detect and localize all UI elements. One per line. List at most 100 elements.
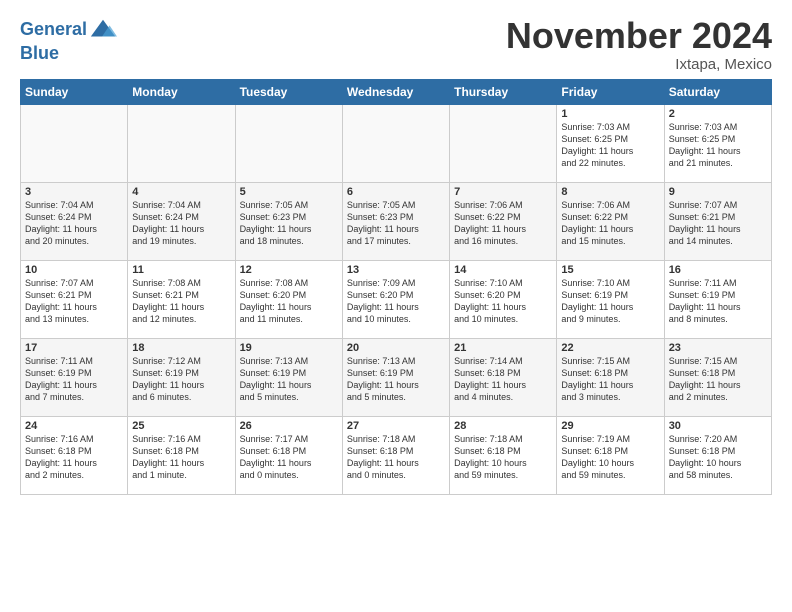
day-info: Sunrise: 7:19 AM Sunset: 6:18 PM Dayligh… xyxy=(561,433,659,482)
col-header-sunday: Sunday xyxy=(21,79,128,104)
day-cell: 6Sunrise: 7:05 AM Sunset: 6:23 PM Daylig… xyxy=(342,182,449,260)
week-row-2: 3Sunrise: 7:04 AM Sunset: 6:24 PM Daylig… xyxy=(21,182,772,260)
col-header-friday: Friday xyxy=(557,79,664,104)
location: Ixtapa, Mexico xyxy=(506,56,772,73)
day-number: 22 xyxy=(561,342,659,354)
day-cell: 2Sunrise: 7:03 AM Sunset: 6:25 PM Daylig… xyxy=(664,104,771,182)
day-cell: 7Sunrise: 7:06 AM Sunset: 6:22 PM Daylig… xyxy=(450,182,557,260)
day-cell: 29Sunrise: 7:19 AM Sunset: 6:18 PM Dayli… xyxy=(557,416,664,494)
day-info: Sunrise: 7:05 AM Sunset: 6:23 PM Dayligh… xyxy=(240,199,338,248)
day-info: Sunrise: 7:03 AM Sunset: 6:25 PM Dayligh… xyxy=(561,121,659,170)
day-info: Sunrise: 7:08 AM Sunset: 6:21 PM Dayligh… xyxy=(132,277,230,326)
day-number: 13 xyxy=(347,264,445,276)
day-cell: 30Sunrise: 7:20 AM Sunset: 6:18 PM Dayli… xyxy=(664,416,771,494)
month-title: November 2024 xyxy=(506,16,772,56)
day-number: 21 xyxy=(454,342,552,354)
logo-text: General xyxy=(20,20,87,40)
day-number: 14 xyxy=(454,264,552,276)
day-number: 19 xyxy=(240,342,338,354)
day-info: Sunrise: 7:11 AM Sunset: 6:19 PM Dayligh… xyxy=(25,355,123,404)
day-cell: 24Sunrise: 7:16 AM Sunset: 6:18 PM Dayli… xyxy=(21,416,128,494)
day-cell: 19Sunrise: 7:13 AM Sunset: 6:19 PM Dayli… xyxy=(235,338,342,416)
day-cell: 23Sunrise: 7:15 AM Sunset: 6:18 PM Dayli… xyxy=(664,338,771,416)
header: General Blue November 2024 Ixtapa, Mexic… xyxy=(20,16,772,73)
day-cell: 21Sunrise: 7:14 AM Sunset: 6:18 PM Dayli… xyxy=(450,338,557,416)
day-info: Sunrise: 7:16 AM Sunset: 6:18 PM Dayligh… xyxy=(25,433,123,482)
day-info: Sunrise: 7:04 AM Sunset: 6:24 PM Dayligh… xyxy=(132,199,230,248)
day-cell: 25Sunrise: 7:16 AM Sunset: 6:18 PM Dayli… xyxy=(128,416,235,494)
week-row-3: 10Sunrise: 7:07 AM Sunset: 6:21 PM Dayli… xyxy=(21,260,772,338)
day-number: 17 xyxy=(25,342,123,354)
day-info: Sunrise: 7:16 AM Sunset: 6:18 PM Dayligh… xyxy=(132,433,230,482)
day-info: Sunrise: 7:06 AM Sunset: 6:22 PM Dayligh… xyxy=(454,199,552,248)
day-info: Sunrise: 7:06 AM Sunset: 6:22 PM Dayligh… xyxy=(561,199,659,248)
day-info: Sunrise: 7:05 AM Sunset: 6:23 PM Dayligh… xyxy=(347,199,445,248)
day-number: 1 xyxy=(561,108,659,120)
day-number: 24 xyxy=(25,420,123,432)
day-number: 27 xyxy=(347,420,445,432)
day-number: 15 xyxy=(561,264,659,276)
day-number: 18 xyxy=(132,342,230,354)
week-row-5: 24Sunrise: 7:16 AM Sunset: 6:18 PM Dayli… xyxy=(21,416,772,494)
day-info: Sunrise: 7:10 AM Sunset: 6:19 PM Dayligh… xyxy=(561,277,659,326)
day-cell: 12Sunrise: 7:08 AM Sunset: 6:20 PM Dayli… xyxy=(235,260,342,338)
col-header-thursday: Thursday xyxy=(450,79,557,104)
day-info: Sunrise: 7:12 AM Sunset: 6:19 PM Dayligh… xyxy=(132,355,230,404)
day-cell: 11Sunrise: 7:08 AM Sunset: 6:21 PM Dayli… xyxy=(128,260,235,338)
day-number: 7 xyxy=(454,186,552,198)
day-number: 28 xyxy=(454,420,552,432)
day-info: Sunrise: 7:20 AM Sunset: 6:18 PM Dayligh… xyxy=(669,433,767,482)
week-row-1: 1Sunrise: 7:03 AM Sunset: 6:25 PM Daylig… xyxy=(21,104,772,182)
day-cell: 20Sunrise: 7:13 AM Sunset: 6:19 PM Dayli… xyxy=(342,338,449,416)
day-number: 4 xyxy=(132,186,230,198)
day-info: Sunrise: 7:17 AM Sunset: 6:18 PM Dayligh… xyxy=(240,433,338,482)
day-info: Sunrise: 7:14 AM Sunset: 6:18 PM Dayligh… xyxy=(454,355,552,404)
day-cell: 1Sunrise: 7:03 AM Sunset: 6:25 PM Daylig… xyxy=(557,104,664,182)
day-info: Sunrise: 7:07 AM Sunset: 6:21 PM Dayligh… xyxy=(669,199,767,248)
day-info: Sunrise: 7:13 AM Sunset: 6:19 PM Dayligh… xyxy=(240,355,338,404)
day-info: Sunrise: 7:10 AM Sunset: 6:20 PM Dayligh… xyxy=(454,277,552,326)
day-cell: 28Sunrise: 7:18 AM Sunset: 6:18 PM Dayli… xyxy=(450,416,557,494)
day-cell: 4Sunrise: 7:04 AM Sunset: 6:24 PM Daylig… xyxy=(128,182,235,260)
day-info: Sunrise: 7:07 AM Sunset: 6:21 PM Dayligh… xyxy=(25,277,123,326)
day-info: Sunrise: 7:08 AM Sunset: 6:20 PM Dayligh… xyxy=(240,277,338,326)
page: General Blue November 2024 Ixtapa, Mexic… xyxy=(0,0,792,505)
day-number: 23 xyxy=(669,342,767,354)
col-header-saturday: Saturday xyxy=(664,79,771,104)
day-info: Sunrise: 7:04 AM Sunset: 6:24 PM Dayligh… xyxy=(25,199,123,248)
day-cell: 15Sunrise: 7:10 AM Sunset: 6:19 PM Dayli… xyxy=(557,260,664,338)
day-cell: 8Sunrise: 7:06 AM Sunset: 6:22 PM Daylig… xyxy=(557,182,664,260)
day-cell: 9Sunrise: 7:07 AM Sunset: 6:21 PM Daylig… xyxy=(664,182,771,260)
header-row: SundayMondayTuesdayWednesdayThursdayFrid… xyxy=(21,79,772,104)
day-number: 11 xyxy=(132,264,230,276)
day-info: Sunrise: 7:09 AM Sunset: 6:20 PM Dayligh… xyxy=(347,277,445,326)
day-cell xyxy=(235,104,342,182)
day-cell: 17Sunrise: 7:11 AM Sunset: 6:19 PM Dayli… xyxy=(21,338,128,416)
day-number: 26 xyxy=(240,420,338,432)
logo-text2: Blue xyxy=(20,44,117,64)
day-cell xyxy=(342,104,449,182)
col-header-monday: Monday xyxy=(128,79,235,104)
day-number: 8 xyxy=(561,186,659,198)
day-info: Sunrise: 7:03 AM Sunset: 6:25 PM Dayligh… xyxy=(669,121,767,170)
day-number: 25 xyxy=(132,420,230,432)
day-info: Sunrise: 7:13 AM Sunset: 6:19 PM Dayligh… xyxy=(347,355,445,404)
day-cell xyxy=(128,104,235,182)
week-row-4: 17Sunrise: 7:11 AM Sunset: 6:19 PM Dayli… xyxy=(21,338,772,416)
day-number: 9 xyxy=(669,186,767,198)
day-info: Sunrise: 7:15 AM Sunset: 6:18 PM Dayligh… xyxy=(561,355,659,404)
day-number: 12 xyxy=(240,264,338,276)
day-cell: 26Sunrise: 7:17 AM Sunset: 6:18 PM Dayli… xyxy=(235,416,342,494)
col-header-wednesday: Wednesday xyxy=(342,79,449,104)
calendar-table: SundayMondayTuesdayWednesdayThursdayFrid… xyxy=(20,79,772,495)
day-cell xyxy=(21,104,128,182)
day-number: 20 xyxy=(347,342,445,354)
day-cell: 27Sunrise: 7:18 AM Sunset: 6:18 PM Dayli… xyxy=(342,416,449,494)
day-cell: 5Sunrise: 7:05 AM Sunset: 6:23 PM Daylig… xyxy=(235,182,342,260)
day-info: Sunrise: 7:11 AM Sunset: 6:19 PM Dayligh… xyxy=(669,277,767,326)
day-cell: 10Sunrise: 7:07 AM Sunset: 6:21 PM Dayli… xyxy=(21,260,128,338)
day-cell xyxy=(450,104,557,182)
day-cell: 13Sunrise: 7:09 AM Sunset: 6:20 PM Dayli… xyxy=(342,260,449,338)
day-number: 5 xyxy=(240,186,338,198)
day-number: 10 xyxy=(25,264,123,276)
